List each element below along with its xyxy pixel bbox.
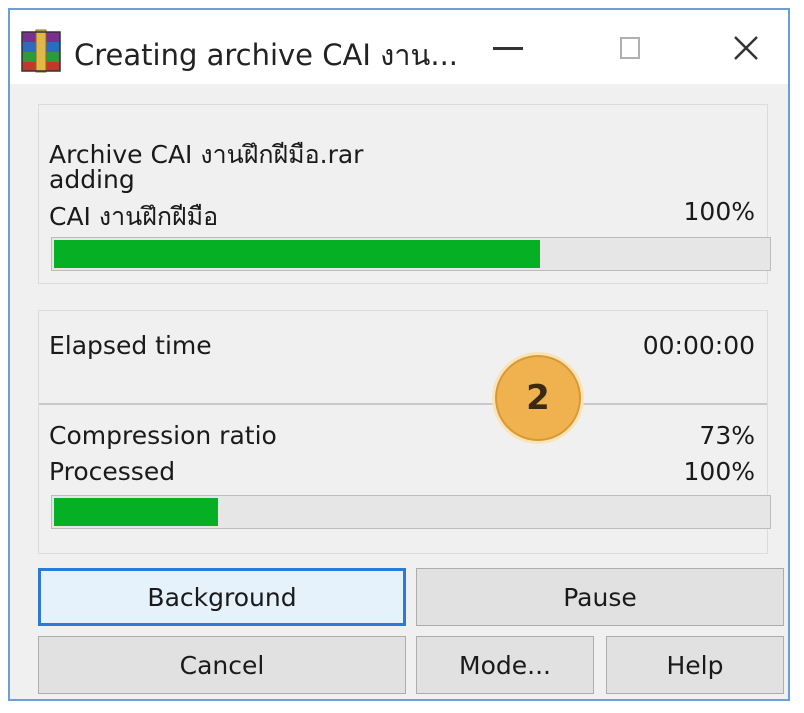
maximize-button[interactable] <box>590 20 670 76</box>
file-percent: 100% <box>683 197 755 226</box>
maximize-icon <box>620 37 640 59</box>
file-progress-bar <box>51 237 771 271</box>
archive-dialog: Creating archive CAI งาน... Archive CAI … <box>8 8 790 701</box>
help-button[interactable]: Help <box>606 636 784 694</box>
window-title: Creating archive CAI งาน... <box>74 38 459 72</box>
operation-status: adding <box>49 165 135 194</box>
total-progress-bar <box>51 495 771 529</box>
mode-button[interactable]: Mode... <box>416 636 594 694</box>
processed-value: 100% <box>683 457 755 486</box>
title-bar[interactable]: Creating archive CAI งาน... <box>10 10 788 84</box>
total-progress-fill <box>54 498 219 526</box>
file-progress-fill <box>54 240 540 268</box>
processed-label: Processed <box>49 457 176 486</box>
pause-button[interactable]: Pause <box>416 568 784 626</box>
step-number-badge: 2 <box>492 352 584 444</box>
minimize-button[interactable] <box>468 20 548 76</box>
close-icon <box>734 36 758 60</box>
close-button[interactable] <box>706 20 786 76</box>
elapsed-time-value: 00:00:00 <box>642 331 755 360</box>
compression-ratio-value: 73% <box>699 421 755 450</box>
winrar-books-icon <box>18 28 64 74</box>
stats-divider <box>39 403 767 405</box>
minimize-icon <box>493 46 523 50</box>
archive-progress-panel: Archive CAI งานฝึกฝีมือ.rar adding CAI ง… <box>38 104 771 284</box>
statistics-panel: Elapsed time 00:00:00 Compression ratio … <box>38 310 771 554</box>
elapsed-time-label: Elapsed time <box>49 331 212 360</box>
compression-ratio-label: Compression ratio <box>49 421 277 450</box>
current-file-name: CAI งานฝึกฝีมือ <box>49 202 219 231</box>
background-button[interactable]: Background <box>38 568 406 626</box>
cancel-button[interactable]: Cancel <box>38 636 406 694</box>
